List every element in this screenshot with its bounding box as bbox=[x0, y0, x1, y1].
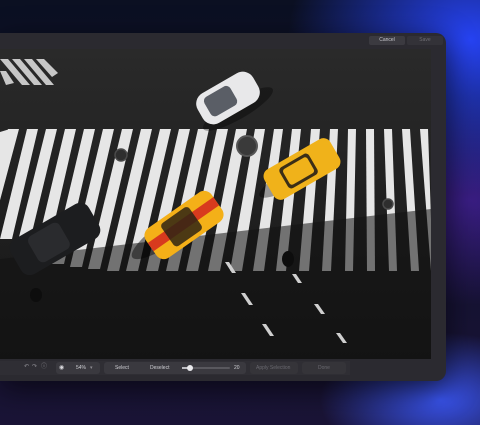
selection-controls: Select Deselect 20 bbox=[104, 362, 246, 374]
apply-selection-button[interactable]: Apply Selection bbox=[250, 362, 298, 374]
info-icon[interactable]: ⓘ bbox=[41, 361, 47, 373]
zoom-value: 54% bbox=[76, 365, 87, 371]
editor-window: Cancel Save ↶ ↷ ⓘ ◉ 54% ▾ Select Deselec… bbox=[0, 33, 446, 381]
cancel-button[interactable]: Cancel bbox=[369, 36, 405, 45]
select-button[interactable]: Select bbox=[115, 362, 129, 374]
brush-size-value: 20 bbox=[234, 365, 240, 371]
done-button[interactable]: Done bbox=[302, 362, 346, 374]
brush-size-slider[interactable] bbox=[182, 365, 230, 371]
bottom-toolbar: ↶ ↷ ⓘ ◉ 54% ▾ Select Deselect 20 Apply S… bbox=[0, 361, 350, 375]
chevron-down-icon[interactable]: ▾ bbox=[90, 362, 93, 374]
zoom-control[interactable]: ◉ 54% ▾ bbox=[56, 362, 100, 374]
undo-icon[interactable]: ↶ bbox=[24, 361, 29, 373]
manhole-cover bbox=[236, 135, 258, 157]
eye-icon[interactable]: ◉ bbox=[59, 362, 64, 374]
slider-handle[interactable] bbox=[187, 365, 193, 371]
redo-icon[interactable]: ↷ bbox=[32, 361, 37, 373]
done-label: Done bbox=[318, 365, 330, 371]
image-canvas[interactable] bbox=[0, 49, 431, 359]
street-photo bbox=[0, 49, 431, 359]
deselect-button[interactable]: Deselect bbox=[150, 362, 169, 374]
apply-selection-label: Apply Selection bbox=[256, 365, 291, 371]
save-button[interactable]: Save bbox=[407, 36, 443, 45]
